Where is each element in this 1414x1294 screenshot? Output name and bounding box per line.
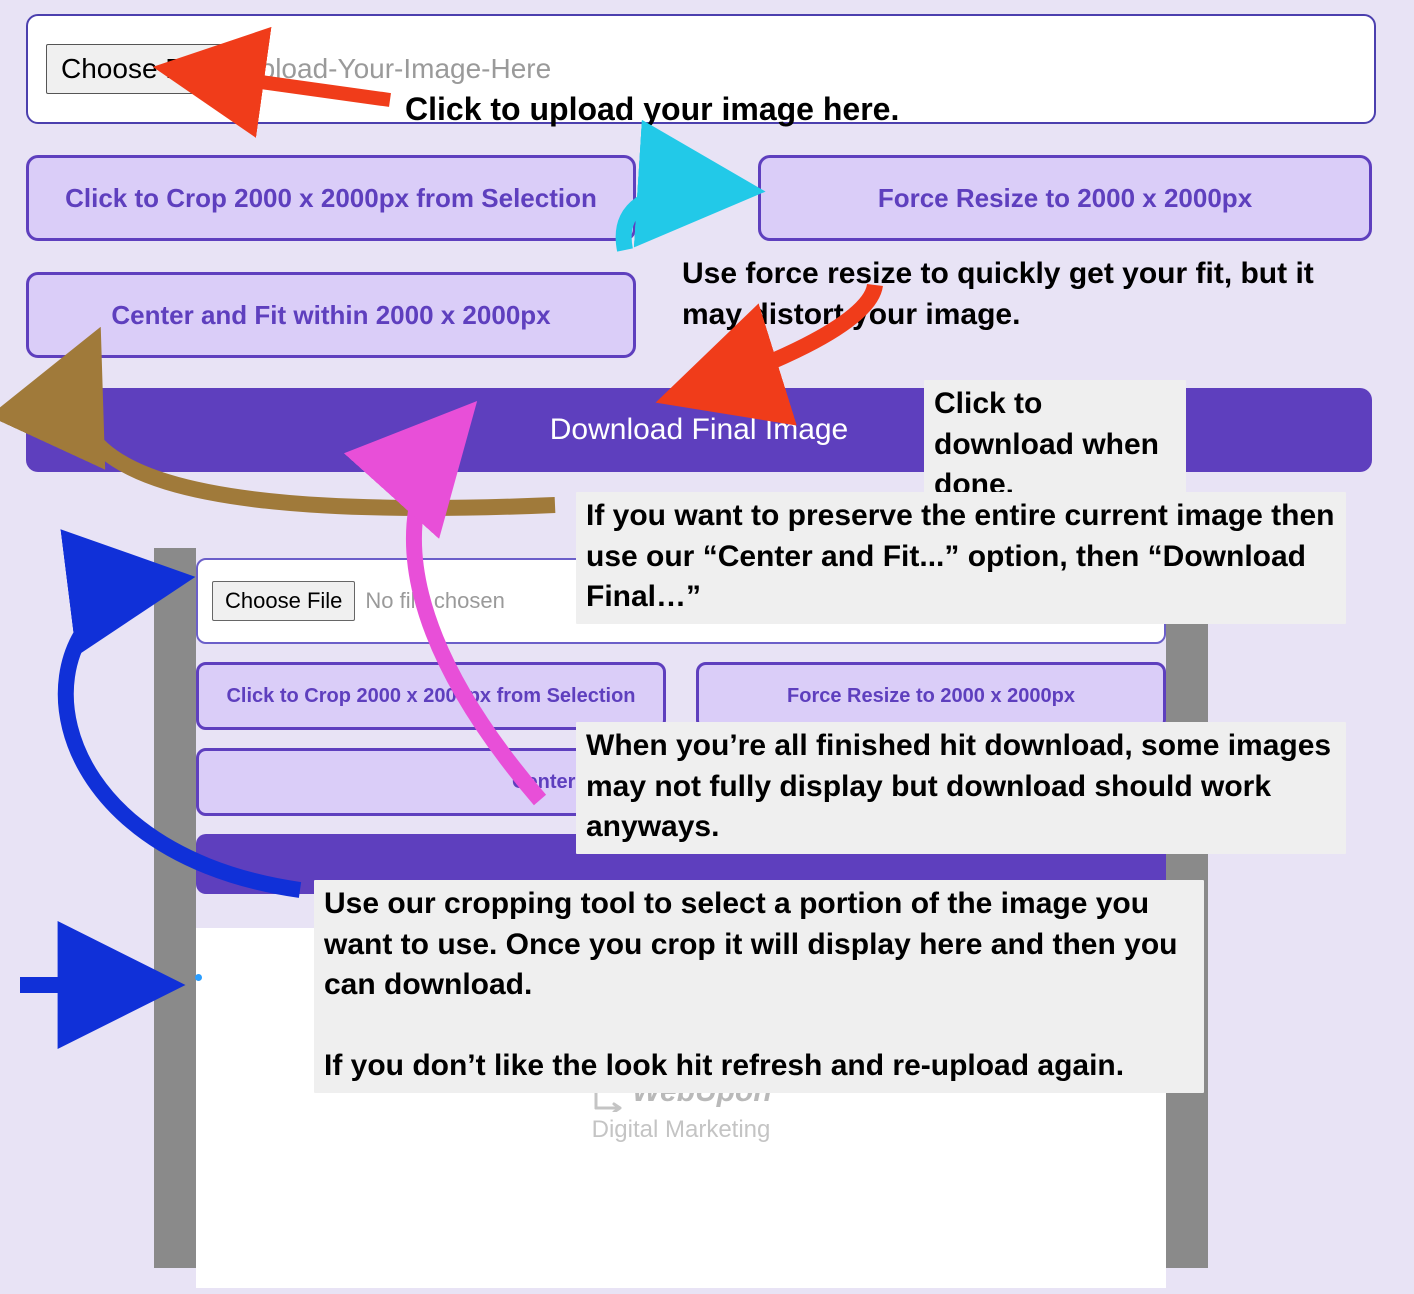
crosshair-dot <box>195 974 202 981</box>
center-fit-button-label: Center and Fit within 2000 x 2000px <box>111 300 550 331</box>
inner-force-resize-button-label: Force Resize to 2000 x 2000px <box>787 685 1075 708</box>
inner-choose-file-button[interactable]: Choose File <box>212 581 355 621</box>
inner-force-resize-button[interactable]: Force Resize to 2000 x 2000px <box>696 662 1166 730</box>
annotation-upload: Click to upload your image here. <box>395 84 909 137</box>
annotation-resize: Use force resize to quickly get your fit… <box>672 250 1348 341</box>
annotation-cropping: Use our cropping tool to select a portio… <box>314 880 1204 1093</box>
force-resize-button-label: Force Resize to 2000 x 2000px <box>878 183 1252 214</box>
center-fit-button[interactable]: Center and Fit within 2000 x 2000px <box>26 272 636 358</box>
inner-crop-button-label: Click to Crop 2000 x 2000px from Selecti… <box>226 685 635 708</box>
preview-sidebar-left <box>154 548 196 1268</box>
webupon-logo-subtext: Digital Marketing <box>592 1116 771 1144</box>
download-button-label: Download Final Image <box>550 413 849 447</box>
upload-placeholder: Upload-Your-Image-Here <box>239 53 551 85</box>
annotation-finished: When you’re all finished hit download, s… <box>576 722 1346 854</box>
annotation-center: If you want to preserve the entire curre… <box>576 492 1346 624</box>
inner-file-status: No file chosen <box>365 588 504 614</box>
choose-file-button[interactable]: Choose File <box>46 44 225 94</box>
crop-button-label: Click to Crop 2000 x 2000px from Selecti… <box>65 183 597 214</box>
inner-crop-button[interactable]: Click to Crop 2000 x 2000px from Selecti… <box>196 662 666 730</box>
arrow-to-force-resize <box>624 189 740 250</box>
crop-button[interactable]: Click to Crop 2000 x 2000px from Selecti… <box>26 155 636 241</box>
force-resize-button[interactable]: Force Resize to 2000 x 2000px <box>758 155 1372 241</box>
